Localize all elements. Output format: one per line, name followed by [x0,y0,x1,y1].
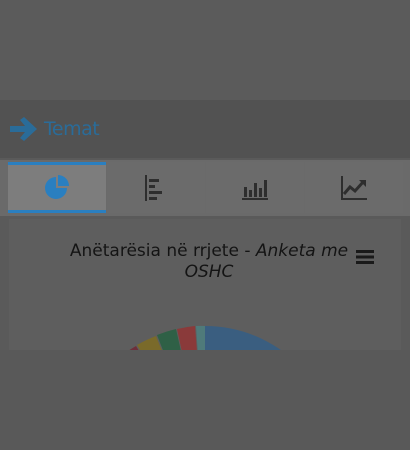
chart-panel: Anëtarësia në rrjete - Anketa me OSHC [9,219,401,350]
pie-slice-teal [196,325,205,350]
tab-vertical-bar[interactable] [206,162,304,213]
horizontal-bar-chart-icon [145,174,162,201]
arrow-right-icon [10,117,37,141]
tab-pie-chart[interactable] [8,162,106,213]
pie-chart [129,325,281,350]
line-chart-icon [341,175,367,200]
bottom-band [0,350,410,450]
tab-horizontal-bar[interactable] [107,162,205,213]
section-title: Temat [44,118,100,140]
top-band [0,0,410,100]
chart-type-tabs [0,160,410,216]
vertical-bar-chart-icon [242,179,268,200]
tab-line-chart[interactable] [305,162,403,213]
pie-slice-blue [205,326,281,350]
section-header: Temat [0,100,410,158]
pie-chart-icon [45,174,69,199]
